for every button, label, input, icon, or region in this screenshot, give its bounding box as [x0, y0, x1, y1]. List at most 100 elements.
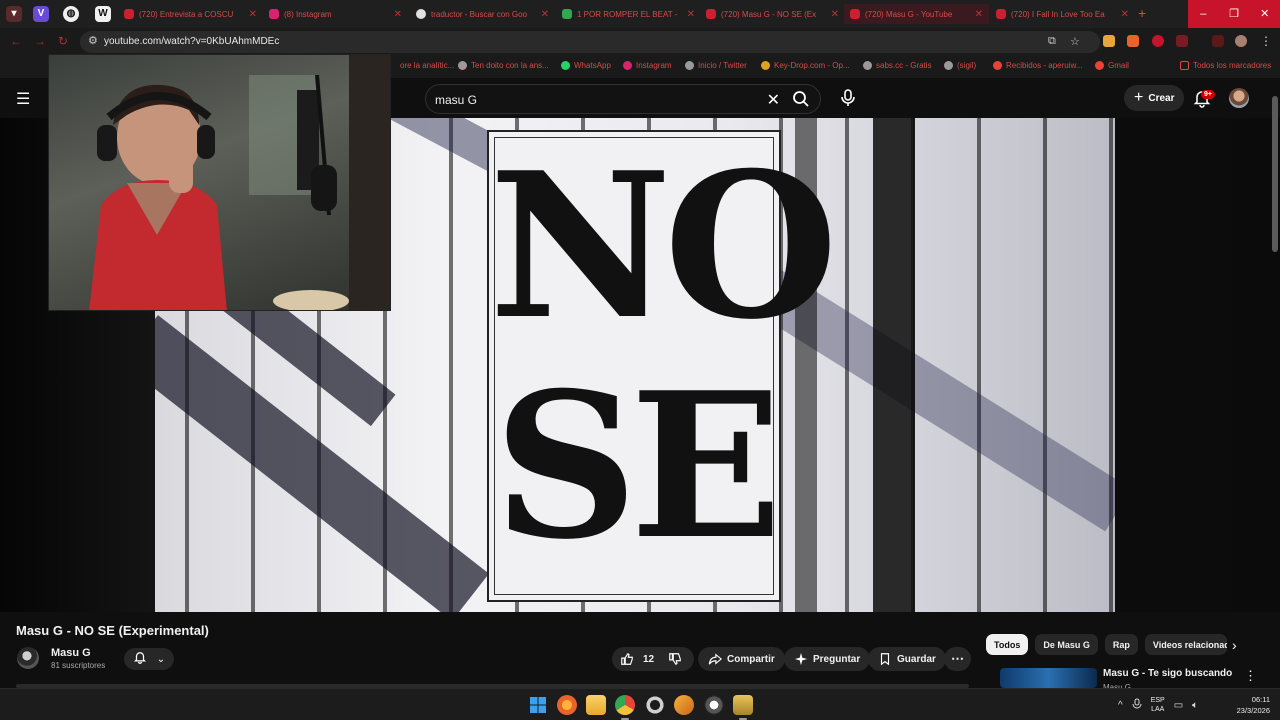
create-button[interactable]: + Crear: [1124, 85, 1185, 111]
recommendation-title[interactable]: Masu G - Te sigo buscando: [1103, 668, 1232, 679]
lang-layout: LAA: [1151, 706, 1165, 713]
media-player-icon[interactable]: [704, 695, 724, 715]
forward-arrow-icon[interactable]: →: [34, 34, 46, 48]
taskbar-clock[interactable]: 06:11 23/3/2026: [1224, 694, 1270, 716]
whatsapp-icon: [561, 61, 570, 70]
network-icon[interactable]: ▭: [1174, 700, 1183, 711]
show-hidden-icons-button[interactable]: ^: [1118, 700, 1123, 711]
thumbs-up-icon: [621, 652, 633, 665]
bookmark-item[interactable]: (sigil): [944, 61, 976, 70]
bookmark-item[interactable]: Ten doito con la ans...: [458, 61, 549, 70]
chevron-right-icon[interactable]: ›: [1232, 637, 1237, 653]
extension-icon[interactable]: [1127, 35, 1139, 47]
chrome-menu-icon[interactable]: ⋮: [1260, 35, 1272, 47]
obs-icon[interactable]: [645, 695, 665, 715]
tab-fall-in-love[interactable]: (720) I Fall In Love Too Ea ✕: [990, 4, 1135, 24]
microphone-tray-icon[interactable]: [1132, 698, 1142, 713]
like-count: 12: [643, 653, 655, 665]
bookmark-item[interactable]: Recibidos - aperuiw...: [993, 61, 1082, 70]
more-vertical-icon[interactable]: ⋮: [1244, 668, 1257, 684]
maximize-button[interactable]: ❐: [1219, 0, 1250, 28]
bookmark-label: Instagram: [636, 61, 672, 70]
extension-icon[interactable]: [1103, 35, 1115, 47]
search-icon[interactable]: [792, 90, 810, 113]
tab-search-icon[interactable]: ▾: [6, 6, 22, 22]
save-button[interactable]: Guardar: [868, 647, 946, 671]
profile-v-icon[interactable]: V: [33, 6, 49, 22]
channel-name[interactable]: Masu G: [51, 647, 91, 659]
file-explorer-icon[interactable]: [586, 695, 606, 715]
extra-app-icon[interactable]: [733, 695, 753, 720]
account-avatar[interactable]: [1229, 88, 1249, 108]
site-info-icon[interactable]: ⚙: [88, 34, 98, 47]
extension-icon[interactable]: [1176, 35, 1188, 47]
subscription-notifications-button[interactable]: ⌄: [124, 648, 174, 670]
tab-entrevista[interactable]: (720) Entrevista a COSCU ✕: [118, 4, 263, 24]
channel-avatar[interactable]: [17, 647, 39, 669]
create-label: Crear: [1148, 92, 1175, 104]
pinned-w-icon[interactable]: W: [95, 6, 111, 22]
tab-close-icon[interactable]: ✕: [831, 9, 839, 20]
profile-avatar-icon[interactable]: [1235, 35, 1247, 47]
chip-rap[interactable]: Rap: [1104, 634, 1138, 655]
minimize-button[interactable]: –: [1188, 0, 1219, 28]
bookmark-item[interactable]: sabs.cc - Gratis: [863, 61, 932, 70]
tab-instagram[interactable]: (8) Instagram ✕: [263, 4, 408, 24]
tab-drive[interactable]: 1 POR ROMPER EL BEAT - ✕: [556, 4, 701, 24]
bookmark-item[interactable]: Gmail: [1095, 61, 1129, 70]
like-button[interactable]: 12: [620, 652, 654, 666]
lightning-app-icon[interactable]: [674, 695, 694, 715]
start-button[interactable]: [528, 695, 548, 715]
tab-close-icon[interactable]: ✕: [541, 9, 549, 20]
chevron-down-icon: ⌄: [156, 653, 166, 665]
pinned-tab-icon[interactable]: ◍: [63, 6, 79, 22]
menu-icon[interactable]: [1212, 35, 1224, 47]
reload-icon[interactable]: ↻: [58, 34, 68, 48]
tab-close-icon[interactable]: ✕: [1121, 9, 1129, 20]
more-actions-button[interactable]: ⋯: [944, 647, 971, 671]
hamburger-menu-icon[interactable]: ☰: [16, 89, 30, 109]
volume-icon[interactable]: 🔈︎: [1192, 700, 1198, 711]
address-bar[interactable]: ⚙ youtube.com/watch?v=0KbUAhmMDEc ⧉ ☆: [80, 31, 1100, 53]
all-bookmarks-button[interactable]: Todos los marcadores: [1180, 61, 1271, 70]
chip-todos[interactable]: Todos: [986, 634, 1029, 655]
language-indicator[interactable]: ESP LAA: [1151, 696, 1165, 714]
search-query-text[interactable]: masu G: [435, 93, 477, 107]
chrome-icon[interactable]: [615, 695, 635, 720]
thumbs-down-icon: [669, 653, 681, 666]
ask-button[interactable]: Preguntar: [784, 647, 871, 671]
dislike-button[interactable]: [668, 652, 687, 666]
back-arrow-icon[interactable]: ←: [10, 34, 22, 48]
tab-close-icon[interactable]: ✕: [687, 9, 695, 20]
recommendation-thumbnail[interactable]: [1000, 668, 1097, 688]
bookmark-item[interactable]: Key-Drop.com - Op...: [761, 61, 850, 70]
chip-de-masu-g[interactable]: De Masu G: [1035, 634, 1098, 655]
cast-icon[interactable]: ⧉: [1048, 35, 1056, 48]
bookmark-item[interactable]: Inicio / Twitter: [685, 61, 747, 70]
related-filter-chips: Todos De Masu G Rap Videos relacionad: [986, 634, 1227, 655]
bookmark-label: Gmail: [1108, 61, 1129, 70]
chip-videos-relacionados[interactable]: Videos relacionad: [1144, 634, 1227, 655]
clear-search-icon[interactable]: ✕: [767, 90, 780, 110]
tab-close-icon[interactable]: ✕: [249, 9, 257, 20]
microphone-icon[interactable]: [836, 86, 860, 110]
tab-no-se[interactable]: (720) Masu G - NO SE (Ex ✕: [700, 4, 845, 24]
firefox-icon[interactable]: [557, 695, 577, 715]
bookmark-item[interactable]: Instagram: [623, 61, 672, 70]
tab-close-icon[interactable]: ✕: [975, 9, 983, 20]
bookmark-label: Ten doito con la ans...: [471, 61, 549, 70]
search-input[interactable]: masu G ✕: [425, 84, 821, 114]
new-tab-button[interactable]: +: [1138, 5, 1146, 21]
close-window-button[interactable]: ✕: [1249, 0, 1280, 28]
share-button[interactable]: Compartir: [698, 647, 785, 671]
tab-close-icon[interactable]: ✕: [394, 9, 402, 20]
url-text[interactable]: youtube.com/watch?v=0KbUAhmMDEc: [104, 36, 279, 47]
tab-masu-g-youtube[interactable]: (720) Masu G - YouTube ✕: [844, 4, 989, 24]
bookmark-star-icon[interactable]: ☆: [1070, 35, 1080, 48]
bookmark-item[interactable]: WhatsApp: [561, 61, 611, 70]
extension-icon[interactable]: [1152, 35, 1164, 47]
drive-favicon-icon: [562, 9, 572, 19]
bookmark-item[interactable]: ore la analític...: [400, 61, 454, 70]
scrollbar-thumb[interactable]: [1272, 96, 1278, 252]
tab-traductor[interactable]: traductor - Buscar con Goo ✕: [410, 4, 555, 24]
